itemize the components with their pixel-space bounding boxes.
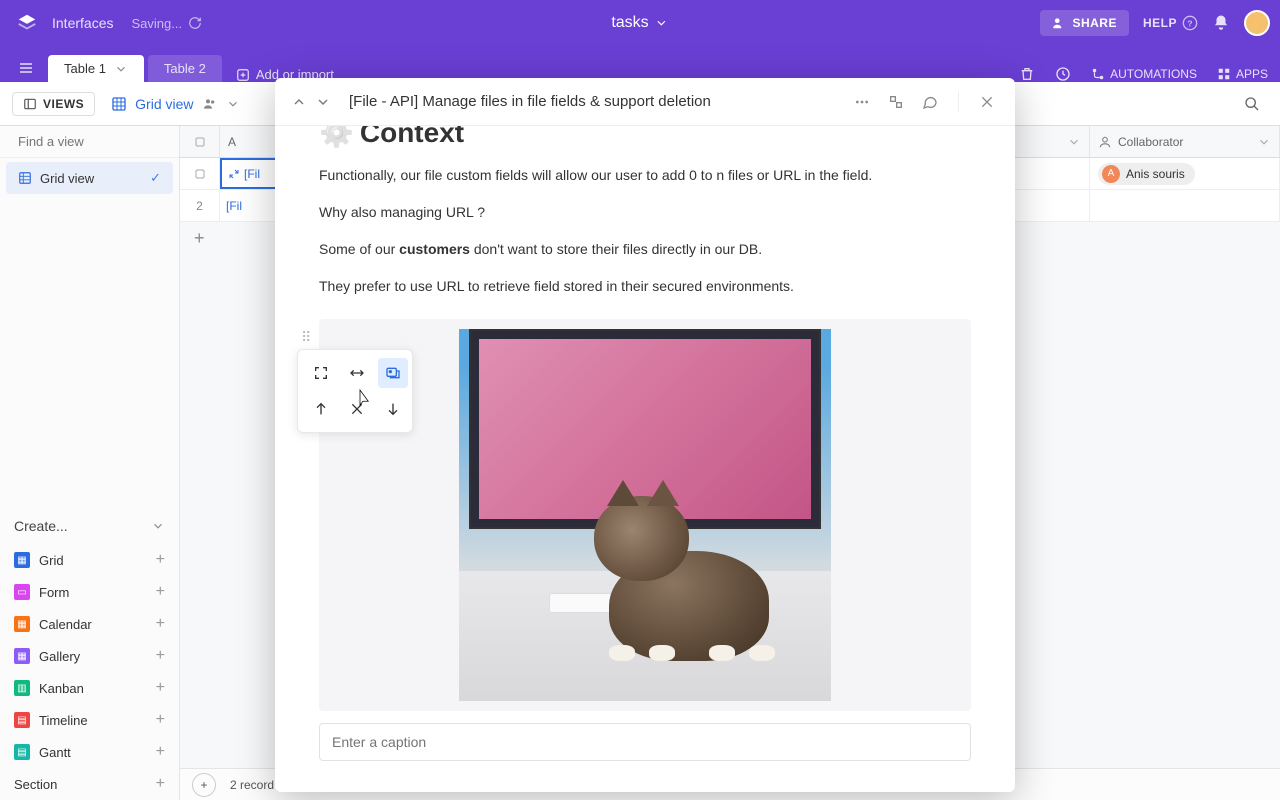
plus-box-icon <box>236 68 250 82</box>
saving-status: Saving... <box>131 16 202 31</box>
modal-body[interactable]: ⚙️ Context Functionally, our file custom… <box>275 126 1015 792</box>
row-checkbox[interactable] <box>180 158 220 189</box>
plus-icon: + <box>156 551 165 569</box>
views-sidebar: Grid view ✓ Create... ▦Grid+ ▭Form+ ▦Cal… <box>0 126 180 800</box>
create-list: ▦Grid+ ▭Form+ ▦Calendar+ ▦Gallery+ ▥Kanb… <box>0 544 179 800</box>
search-icon <box>1244 96 1260 112</box>
find-view-input[interactable] <box>18 134 194 149</box>
create-form[interactable]: ▭Form+ <box>0 576 179 608</box>
chevron-down-icon <box>226 97 240 111</box>
create-calendar[interactable]: ▦Calendar+ <box>0 608 179 640</box>
top-bar: Interfaces Saving... tasks SHARE HELP ? <box>0 0 1280 46</box>
create-gallery[interactable]: ▦Gallery+ <box>0 640 179 672</box>
select-all-checkbox[interactable] <box>180 126 220 157</box>
chevron-down-icon <box>1257 135 1271 149</box>
plus-icon: + <box>156 775 165 793</box>
create-timeline[interactable]: ▤Timeline+ <box>0 704 179 736</box>
table-tab-row: Table 1 Table 2 Add or import AUTOMATION… <box>0 46 1280 82</box>
arrow-up-icon[interactable] <box>306 394 336 424</box>
tab-table-1[interactable]: Table 1 <box>48 55 144 82</box>
add-record-button[interactable]: + <box>192 773 216 797</box>
users-icon <box>202 96 218 112</box>
help-icon: ? <box>1182 15 1198 31</box>
share-button[interactable]: SHARE <box>1040 10 1129 36</box>
trash-icon[interactable] <box>1019 66 1035 82</box>
row-number[interactable]: 2 <box>180 190 220 221</box>
current-view-selector[interactable]: Grid view <box>111 96 239 112</box>
grid-icon <box>18 171 32 185</box>
record-modal: [File - API] Manage files in file fields… <box>275 78 1015 792</box>
record-count: 2 record <box>230 778 274 792</box>
plus-icon: + <box>156 711 165 729</box>
user-icon <box>1098 135 1112 149</box>
apps-button[interactable]: APPS <box>1217 67 1268 81</box>
close-icon[interactable] <box>975 90 999 114</box>
record-title: [File - API] Manage files in file fields… <box>349 93 711 110</box>
arrow-down-icon[interactable] <box>378 394 408 424</box>
expand-icon[interactable] <box>228 168 240 180</box>
chevron-down-icon[interactable] <box>315 94 331 110</box>
app-logo-icon[interactable] <box>14 10 40 36</box>
menu-icon[interactable] <box>12 54 40 82</box>
modal-header: [File - API] Manage files in file fields… <box>275 78 1015 126</box>
history-icon[interactable] <box>1055 66 1071 82</box>
view-item-grid-view[interactable]: Grid view ✓ <box>6 162 173 194</box>
more-icon[interactable] <box>850 90 874 114</box>
plus-icon: + <box>156 647 165 665</box>
image-block[interactable]: ⠿ <box>319 319 971 711</box>
apps-icon <box>1217 67 1231 81</box>
create-kanban[interactable]: ▥Kanban+ <box>0 672 179 704</box>
grid-icon <box>111 96 127 112</box>
check-icon: ✓ <box>150 170 161 186</box>
delete-icon[interactable] <box>342 394 372 424</box>
paragraph: Functionally, our file custom fields wil… <box>319 165 971 186</box>
interfaces-link[interactable]: Interfaces <box>52 15 113 31</box>
collaborator-chip: A Anis souris <box>1098 163 1195 185</box>
plus-icon: + <box>156 679 165 697</box>
context-heading: ⚙️ Context <box>319 126 971 149</box>
caption-input[interactable] <box>319 723 971 761</box>
chevron-down-icon <box>655 16 669 30</box>
drag-handle-icon[interactable]: ⠿ <box>301 329 311 346</box>
svg-text:?: ? <box>1187 18 1193 28</box>
paragraph: Some of our customers don't want to stor… <box>319 239 971 260</box>
users-icon <box>1052 16 1066 30</box>
sidebar-icon <box>23 97 37 111</box>
image-replace-icon[interactable] <box>378 358 408 388</box>
find-view-row <box>0 126 179 158</box>
create-grid[interactable]: ▦Grid+ <box>0 544 179 576</box>
avatar: A <box>1102 165 1120 183</box>
image-toolbar <box>297 349 413 433</box>
expand-icon[interactable] <box>884 90 908 114</box>
search-button[interactable] <box>1244 96 1260 112</box>
user-avatar[interactable] <box>1244 10 1270 36</box>
create-gantt[interactable]: ▤Gantt+ <box>0 736 179 768</box>
plus-icon: + <box>156 743 165 761</box>
bell-icon[interactable] <box>1212 14 1230 32</box>
automations-button[interactable]: AUTOMATIONS <box>1091 67 1197 81</box>
refresh-icon <box>188 16 202 30</box>
tab-table-2[interactable]: Table 2 <box>148 55 222 82</box>
fullscreen-icon[interactable] <box>306 358 336 388</box>
resize-horizontal-icon[interactable] <box>342 358 372 388</box>
paragraph: Why also managing URL ? <box>319 202 971 223</box>
comment-icon[interactable] <box>918 90 942 114</box>
cell-collaborator[interactable]: A Anis souris <box>1090 158 1280 189</box>
column-header-collaborator[interactable]: Collaborator <box>1090 126 1280 157</box>
create-section[interactable]: Section+ <box>0 768 179 800</box>
chevron-up-icon[interactable] <box>291 94 307 110</box>
chevron-down-icon <box>1067 135 1081 149</box>
paragraph: They prefer to use URL to retrieve field… <box>319 276 971 297</box>
embedded-image[interactable] <box>459 329 831 701</box>
views-button[interactable]: VIEWS <box>12 92 95 116</box>
create-header[interactable]: Create... <box>0 508 179 544</box>
plus-icon: + <box>156 583 165 601</box>
help-button[interactable]: HELP ? <box>1143 15 1198 31</box>
cell-collaborator[interactable] <box>1090 190 1280 221</box>
automation-icon <box>1091 67 1105 81</box>
plus-icon: + <box>156 615 165 633</box>
base-name[interactable]: tasks <box>611 14 668 32</box>
chevron-down-icon <box>114 62 128 76</box>
chevron-down-icon <box>151 519 165 533</box>
